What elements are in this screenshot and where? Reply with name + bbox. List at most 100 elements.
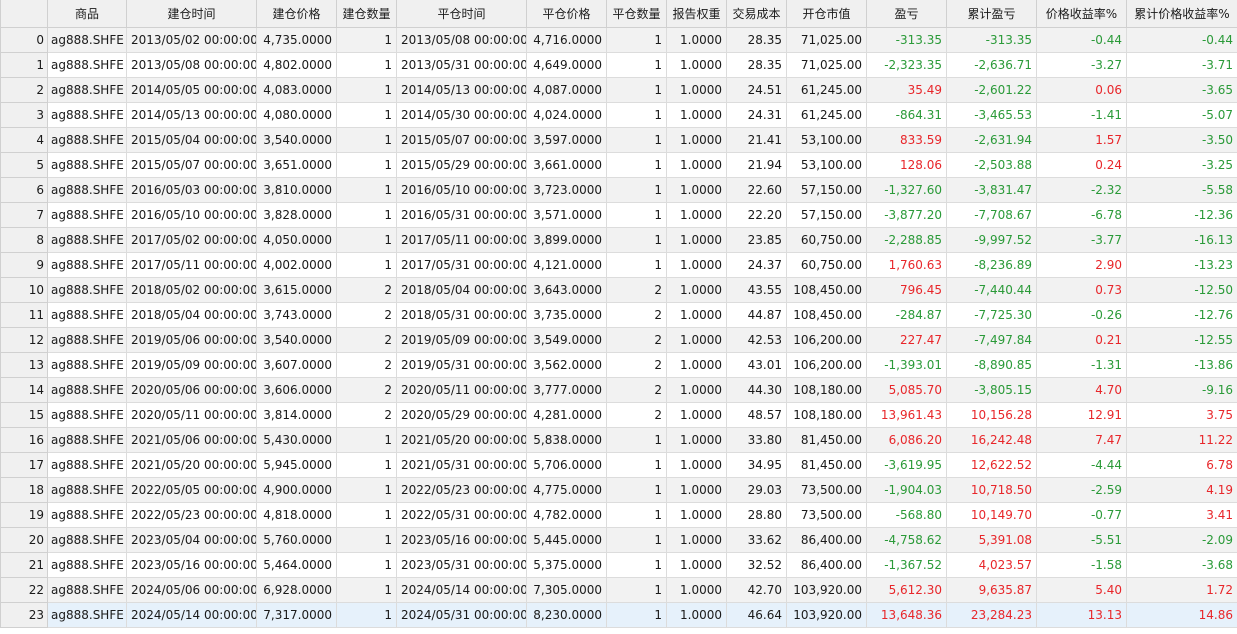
close-time-cell[interactable]: 2019/05/09 00:00:00 [396, 327, 527, 353]
weight-cell[interactable]: 1.0000 [666, 52, 727, 78]
cum-return-cell[interactable]: 11.22 [1126, 427, 1237, 453]
return-cell[interactable]: -0.44 [1036, 27, 1127, 53]
cost-cell[interactable]: 24.37 [726, 252, 787, 278]
open-qty-cell[interactable]: 1 [336, 602, 397, 628]
open-price-cell[interactable]: 4,735.0000 [256, 27, 337, 53]
close-time-cell[interactable]: 2024/05/14 00:00:00 [396, 577, 527, 603]
market-value-cell[interactable]: 103,920.00 [786, 602, 867, 628]
cum-return-cell[interactable]: -13.23 [1126, 252, 1237, 278]
weight-cell[interactable]: 1.0000 [666, 352, 727, 378]
cost-cell[interactable]: 33.80 [726, 427, 787, 453]
close-price-cell[interactable]: 3,549.0000 [526, 327, 607, 353]
open-price-cell[interactable]: 3,540.0000 [256, 127, 337, 153]
cum-return-cell[interactable]: -3.68 [1126, 552, 1237, 578]
close-time-cell[interactable]: 2014/05/30 00:00:00 [396, 102, 527, 128]
cum-pnl-cell[interactable]: 4,023.57 [946, 552, 1037, 578]
row-index[interactable]: 4 [0, 127, 48, 153]
table-row[interactable]: 9 ag888.SHFE 2017/05/11 00:00:00 4,002.0000… [0, 252, 1237, 278]
close-price-cell[interactable]: 3,597.0000 [526, 127, 607, 153]
pnl-cell[interactable]: 6,086.20 [866, 427, 947, 453]
table-row[interactable]: 1 ag888.SHFE 2013/05/08 00:00:00 4,802.0000… [0, 52, 1237, 78]
column-header-open-price[interactable]: 建仓价格 [256, 0, 337, 28]
symbol-cell[interactable]: ag888.SHFE [47, 427, 127, 453]
open-time-cell[interactable]: 2024/05/06 00:00:00 [126, 577, 257, 603]
table-row[interactable]: 10 ag888.SHFE 2018/05/02 00:00:00 3,615.000… [0, 277, 1237, 303]
cum-pnl-cell[interactable]: -9,997.52 [946, 227, 1037, 253]
close-price-cell[interactable]: 4,716.0000 [526, 27, 607, 53]
cum-pnl-cell[interactable]: -8,236.89 [946, 252, 1037, 278]
close-price-cell[interactable]: 3,723.0000 [526, 177, 607, 203]
cum-return-cell[interactable]: -12.55 [1126, 327, 1237, 353]
column-header-open-qty[interactable]: 建仓数量 [336, 0, 397, 28]
open-price-cell[interactable]: 4,050.0000 [256, 227, 337, 253]
close-qty-cell[interactable]: 1 [606, 502, 667, 528]
cum-return-cell[interactable]: -3.71 [1126, 52, 1237, 78]
open-time-cell[interactable]: 2017/05/02 00:00:00 [126, 227, 257, 253]
cost-cell[interactable]: 28.35 [726, 52, 787, 78]
pnl-cell[interactable]: 833.59 [866, 127, 947, 153]
cum-pnl-cell[interactable]: -2,636.71 [946, 52, 1037, 78]
symbol-cell[interactable]: ag888.SHFE [47, 352, 127, 378]
open-price-cell[interactable]: 6,928.0000 [256, 577, 337, 603]
pnl-cell[interactable]: -2,323.35 [866, 52, 947, 78]
table-row[interactable]: 3 ag888.SHFE 2014/05/13 00:00:00 4,080.0000… [0, 102, 1237, 128]
column-header-open-time[interactable]: 建仓时间 [126, 0, 257, 28]
symbol-cell[interactable]: ag888.SHFE [47, 152, 127, 178]
close-qty-cell[interactable]: 1 [606, 77, 667, 103]
return-cell[interactable]: 13.13 [1036, 602, 1127, 628]
symbol-cell[interactable]: ag888.SHFE [47, 27, 127, 53]
close-price-cell[interactable]: 8,230.0000 [526, 602, 607, 628]
close-time-cell[interactable]: 2019/05/31 00:00:00 [396, 352, 527, 378]
table-row[interactable]: 7 ag888.SHFE 2016/05/10 00:00:00 3,828.0000… [0, 202, 1237, 228]
pnl-cell[interactable]: 1,760.63 [866, 252, 947, 278]
cost-cell[interactable]: 33.62 [726, 527, 787, 553]
market-value-cell[interactable]: 81,450.00 [786, 452, 867, 478]
close-price-cell[interactable]: 3,661.0000 [526, 152, 607, 178]
cum-pnl-cell[interactable]: 23,284.23 [946, 602, 1037, 628]
table-row[interactable]: 13 ag888.SHFE 2019/05/09 00:00:00 3,607.000… [0, 352, 1237, 378]
column-header-close-time[interactable]: 平仓时间 [396, 0, 527, 28]
close-price-cell[interactable]: 4,649.0000 [526, 52, 607, 78]
cum-pnl-cell[interactable]: 10,149.70 [946, 502, 1037, 528]
close-time-cell[interactable]: 2021/05/20 00:00:00 [396, 427, 527, 453]
open-price-cell[interactable]: 4,080.0000 [256, 102, 337, 128]
cost-cell[interactable]: 43.55 [726, 277, 787, 303]
pnl-cell[interactable]: -1,393.01 [866, 352, 947, 378]
pnl-cell[interactable]: -864.31 [866, 102, 947, 128]
open-qty-cell[interactable]: 2 [336, 377, 397, 403]
pnl-cell[interactable]: -2,288.85 [866, 227, 947, 253]
open-time-cell[interactable]: 2014/05/05 00:00:00 [126, 77, 257, 103]
cum-pnl-cell[interactable]: -3,805.15 [946, 377, 1037, 403]
cum-return-cell[interactable]: -9.16 [1126, 377, 1237, 403]
table-row[interactable]: 14 ag888.SHFE 2020/05/06 00:00:00 3,606.000… [0, 377, 1237, 403]
open-qty-cell[interactable]: 1 [336, 127, 397, 153]
return-cell[interactable]: -2.32 [1036, 177, 1127, 203]
pnl-cell[interactable]: 227.47 [866, 327, 947, 353]
open-time-cell[interactable]: 2019/05/09 00:00:00 [126, 352, 257, 378]
close-price-cell[interactable]: 4,087.0000 [526, 77, 607, 103]
close-time-cell[interactable]: 2018/05/31 00:00:00 [396, 302, 527, 328]
close-qty-cell[interactable]: 1 [606, 102, 667, 128]
cum-return-cell[interactable]: 6.78 [1126, 452, 1237, 478]
weight-cell[interactable]: 1.0000 [666, 502, 727, 528]
open-time-cell[interactable]: 2014/05/13 00:00:00 [126, 102, 257, 128]
cost-cell[interactable]: 32.52 [726, 552, 787, 578]
close-qty-cell[interactable]: 2 [606, 402, 667, 428]
column-header-symbol[interactable]: 商品 [47, 0, 127, 28]
open-price-cell[interactable]: 5,760.0000 [256, 527, 337, 553]
close-qty-cell[interactable]: 2 [606, 327, 667, 353]
cum-return-cell[interactable]: 3.41 [1126, 502, 1237, 528]
market-value-cell[interactable]: 73,500.00 [786, 502, 867, 528]
open-time-cell[interactable]: 2016/05/10 00:00:00 [126, 202, 257, 228]
pnl-cell[interactable]: -4,758.62 [866, 527, 947, 553]
row-index[interactable]: 5 [0, 152, 48, 178]
cum-return-cell[interactable]: 1.72 [1126, 577, 1237, 603]
close-price-cell[interactable]: 3,735.0000 [526, 302, 607, 328]
cum-pnl-cell[interactable]: 9,635.87 [946, 577, 1037, 603]
pnl-cell[interactable]: -3,619.95 [866, 452, 947, 478]
close-qty-cell[interactable]: 2 [606, 302, 667, 328]
table-row[interactable]: 21 ag888.SHFE 2023/05/16 00:00:00 5,464.000… [0, 552, 1237, 578]
return-cell[interactable]: 4.70 [1036, 377, 1127, 403]
close-time-cell[interactable]: 2016/05/31 00:00:00 [396, 202, 527, 228]
close-qty-cell[interactable]: 1 [606, 52, 667, 78]
